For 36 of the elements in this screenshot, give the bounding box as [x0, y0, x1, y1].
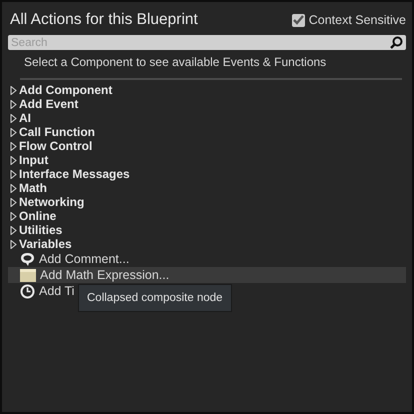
- collapsed-arrow-icon[interactable]: [10, 170, 17, 178]
- category-item[interactable]: Call Function: [19, 125, 95, 139]
- collapsed-arrow-icon[interactable]: [10, 226, 17, 234]
- collapsed-arrow-icon[interactable]: [10, 114, 17, 122]
- category-item[interactable]: Add Component: [19, 83, 112, 97]
- collapsed-arrow-icon[interactable]: [10, 86, 17, 94]
- search-icon[interactable]: [390, 36, 403, 49]
- category-item[interactable]: Math: [19, 181, 47, 195]
- comment-icon: [20, 252, 35, 266]
- category-item[interactable]: Online: [19, 209, 56, 223]
- category-item[interactable]: Flow Control: [19, 139, 92, 153]
- action-item[interactable]: Add Math Expression...: [40, 268, 170, 282]
- collapsed-arrow-icon[interactable]: [10, 156, 17, 164]
- collapsed-arrow-icon[interactable]: [10, 184, 17, 192]
- category-item[interactable]: Interface Messages: [19, 167, 130, 181]
- collapsed-arrow-icon[interactable]: [10, 100, 17, 108]
- collapsed-arrow-icon[interactable]: [10, 240, 17, 248]
- clock-icon: [20, 284, 35, 298]
- node-icon: [20, 268, 36, 282]
- checkbox[interactable]: [292, 14, 305, 26]
- action-item[interactable]: Add Comment...: [39, 252, 130, 266]
- category-item[interactable]: Utilities: [19, 223, 62, 237]
- category-item[interactable]: Input: [19, 153, 48, 167]
- action-item[interactable]: Add Ti: [39, 284, 74, 298]
- category-item[interactable]: Variables: [19, 237, 72, 251]
- window-title: All Actions for this Blueprint: [9, 11, 198, 29]
- tooltip: Collapsed composite node: [78, 284, 232, 312]
- category-item[interactable]: Networking: [19, 195, 84, 209]
- category-item[interactable]: AI: [19, 111, 31, 125]
- collapsed-arrow-icon[interactable]: [10, 198, 17, 206]
- hint-text: Select a Component to see available Events & Functions: [23, 54, 328, 71]
- category-item[interactable]: Add Event: [19, 97, 78, 111]
- checkbox-label: Context Sensitive: [308, 13, 406, 27]
- collapsed-arrow-icon[interactable]: [10, 128, 17, 136]
- collapsed-arrow-icon[interactable]: [10, 212, 17, 220]
- collapsed-arrow-icon[interactable]: [10, 142, 17, 150]
